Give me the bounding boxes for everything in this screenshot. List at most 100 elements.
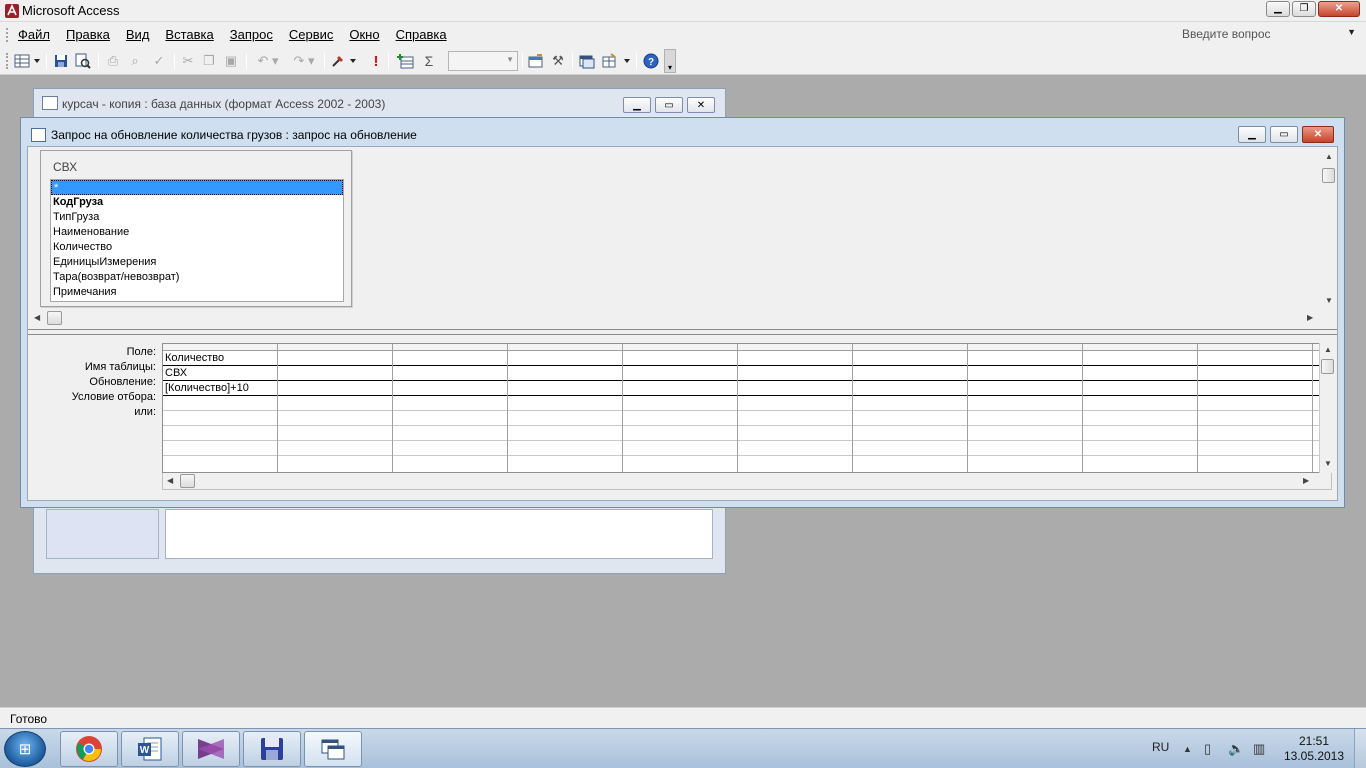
redo-icon[interactable]: ↷ ▾ [288,52,320,70]
show-table-icon[interactable] [394,52,416,70]
menu-view[interactable]: Вид [126,27,158,42]
grid-cell-empty[interactable] [278,396,392,411]
build-icon[interactable]: ⚒ [549,52,567,70]
scroll-thumb[interactable] [180,474,195,488]
grid-cell-empty[interactable] [623,366,737,381]
grid-cell-empty[interactable] [393,381,507,396]
column-selector[interactable] [1198,344,1312,351]
cut-icon[interactable]: ✂ [180,52,196,70]
column-selector[interactable] [1083,344,1197,351]
menu-grip[interactable] [6,28,9,42]
grid-cell-empty[interactable] [738,426,852,441]
grid-column[interactable] [1198,344,1313,472]
new-object-icon[interactable] [600,52,632,70]
grid-cell-empty[interactable] [508,441,622,456]
grid-cell-empty[interactable] [623,411,737,426]
scroll-thumb[interactable] [47,311,62,325]
scroll-right-icon[interactable]: ▶ [1307,313,1313,322]
grid-cell-empty[interactable] [393,426,507,441]
grid-column[interactable] [853,344,968,472]
grid-cell-empty[interactable] [968,366,1082,381]
grid-cell-empty[interactable] [738,366,852,381]
grid-column[interactable] [1083,344,1198,472]
device-icon[interactable]: ▯ [1204,741,1211,757]
grid-cell-empty[interactable] [853,426,967,441]
menu-edit[interactable]: Правка [66,27,118,42]
grid-cell-empty[interactable] [1083,381,1197,396]
grid-cell-update[interactable]: [Количество]+10 [163,381,277,396]
db-maximize-button[interactable]: ▭ [655,97,683,113]
column-selector[interactable] [853,344,967,351]
grid-cell-empty[interactable] [163,426,277,441]
grid-cell-empty[interactable] [1083,441,1197,456]
menu-insert[interactable]: Вставка [165,27,221,42]
properties-icon[interactable] [527,52,545,70]
scroll-up-icon[interactable]: ▲ [1325,152,1333,161]
grid-cell-empty[interactable] [853,411,967,426]
grid-cell-empty[interactable] [393,351,507,366]
grid-cell-empty[interactable] [623,351,737,366]
run-icon[interactable]: ! [368,52,384,70]
design-grid[interactable]: Количество СВХ [Количество]+10 [162,343,1332,473]
show-hidden-icons-icon[interactable]: ▲ [1183,744,1192,754]
grid-column[interactable] [278,344,393,472]
top-values-combo[interactable]: ▼ [448,51,518,71]
taskbar-visual-studio[interactable] [182,731,240,767]
grid-cell-empty[interactable] [508,426,622,441]
scroll-up-icon[interactable]: ▲ [1324,345,1332,354]
grid-cell-empty[interactable] [163,441,277,456]
menu-window[interactable]: Окно [349,27,387,42]
taskbar-chrome[interactable] [60,731,118,767]
toolbar-grip[interactable] [6,53,8,69]
db-minimize-button[interactable]: ▁ [623,97,651,113]
grid-horizontal-scrollbar[interactable]: ◀ ▶ [162,473,1332,490]
spelling-icon[interactable]: ✓ [148,52,170,70]
minimize-button[interactable]: ▁ [1266,1,1290,17]
taskbar-word[interactable]: W [121,731,179,767]
field-item[interactable]: Тара(возврат/невозврат) [51,270,343,285]
query-close-button[interactable]: ✕ [1302,126,1334,143]
grid-cell-empty[interactable] [393,366,507,381]
grid-cell-empty[interactable] [508,366,622,381]
show-desktop-button[interactable] [1354,729,1366,768]
grid-column[interactable] [738,344,853,472]
grid-cell-empty[interactable] [393,441,507,456]
grid-vertical-scrollbar[interactable]: ▲ ▼ [1319,343,1335,473]
grid-cell-empty[interactable] [1198,381,1312,396]
query-type-icon[interactable] [330,52,358,70]
grid-cell-empty[interactable] [968,396,1082,411]
language-indicator[interactable]: RU [1152,740,1169,754]
grid-cell-empty[interactable] [1198,366,1312,381]
field-item[interactable]: Примечания [51,285,343,300]
help-icon[interactable]: ? [642,52,660,70]
grid-cell-empty[interactable] [1198,441,1312,456]
grid-cell-empty[interactable] [1083,411,1197,426]
grid-column[interactable] [393,344,508,472]
grid-column[interactable] [623,344,738,472]
column-selector[interactable] [738,344,852,351]
totals-icon[interactable]: Σ [420,52,438,70]
toolbar-options-button[interactable]: ▾ [664,49,676,73]
database-items-pane[interactable] [165,509,713,559]
database-window-icon[interactable] [578,52,596,70]
copy-icon[interactable]: ❐ [200,52,218,70]
query-minimize-button[interactable]: ▁ [1238,126,1266,143]
grid-cell-empty[interactable] [508,381,622,396]
grid-cell-empty[interactable] [1083,366,1197,381]
grid-cell-empty[interactable] [738,441,852,456]
grid-cell-empty[interactable] [738,351,852,366]
chevron-down-icon[interactable]: ▼ [1347,27,1356,37]
table-field-list-window[interactable]: СВХ * КодГруза ТипГруза Наименование Кол… [40,150,352,307]
grid-cell-or[interactable] [163,411,277,426]
grid-cell-empty[interactable] [968,381,1082,396]
network-icon[interactable]: ▥ [1253,741,1265,757]
grid-cell-empty[interactable] [393,411,507,426]
menu-query[interactable]: Запрос [230,27,281,42]
field-all[interactable]: * [51,180,343,195]
grid-cell-empty[interactable] [1198,411,1312,426]
grid-cell-empty[interactable] [968,441,1082,456]
scroll-right-icon[interactable]: ▶ [1303,476,1309,485]
grid-column[interactable] [508,344,623,472]
grid-cell-empty[interactable] [968,411,1082,426]
grid-cell-empty[interactable] [623,441,737,456]
